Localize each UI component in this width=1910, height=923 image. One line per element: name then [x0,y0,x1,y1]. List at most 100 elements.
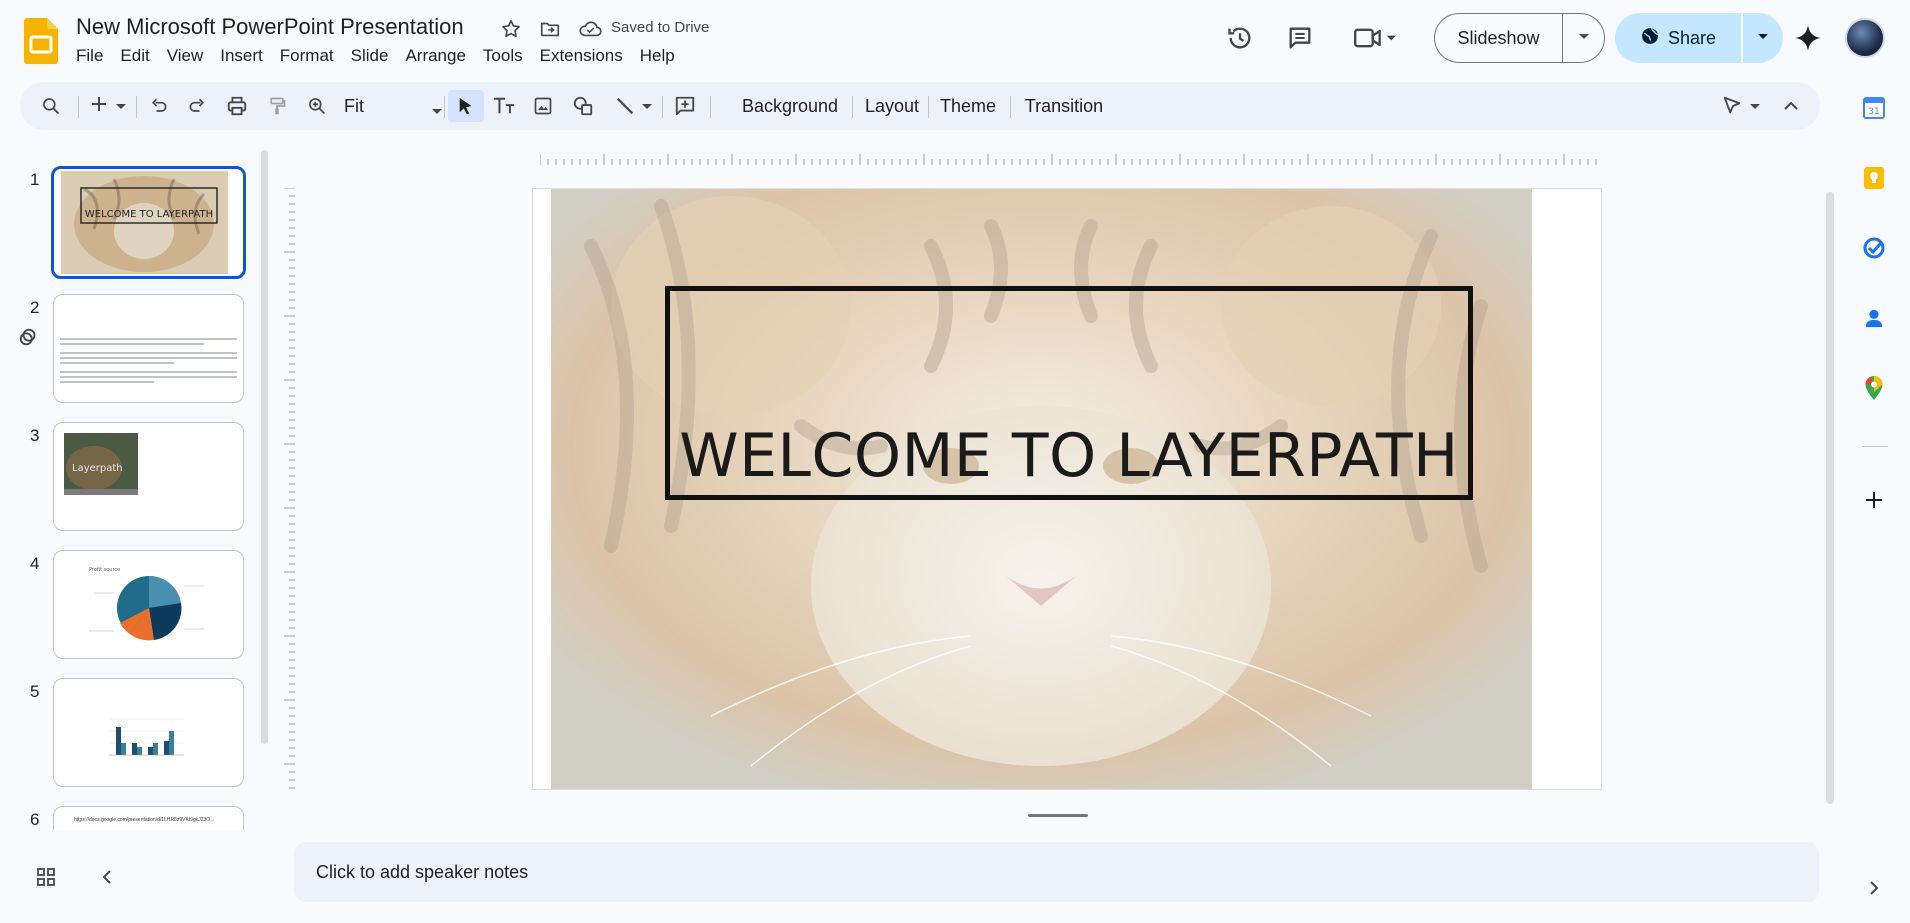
linked-slide-icon[interactable] [18,326,40,348]
pen-pointer-icon[interactable] [1716,90,1766,122]
meet-video-icon[interactable] [1350,20,1400,56]
line-tool-icon[interactable] [608,90,658,122]
slide-thumbnail-3[interactable]: Layerpath [53,422,244,531]
slide-thumbnail-1[interactable]: WELCOME TO LAYERPATH [51,166,246,279]
slide-number: 5 [30,682,40,701]
svg-text:31: 31 [1868,107,1879,117]
collapse-toolbar-icon[interactable] [1776,90,1806,122]
slide-number: 3 [30,426,40,445]
comments-icon[interactable] [1282,20,1318,56]
tasks-icon[interactable] [1858,232,1890,264]
maps-icon[interactable] [1858,372,1890,404]
slide-thumbnail-6[interactable]: https://docs.google.com/presentation/d/1… [53,806,244,830]
menu-extensions[interactable]: Extensions [540,46,632,66]
menu-slide[interactable]: Slide [351,46,398,66]
document-title[interactable]: New Microsoft PowerPoint Presentation [76,14,464,40]
cloud-saved-icon[interactable] [577,16,603,42]
slide-number: 4 [30,554,40,573]
text-box-icon[interactable] [488,90,520,122]
grid-view-icon[interactable] [33,864,59,890]
expand-side-panel-icon[interactable] [1858,872,1890,904]
slide-thumbnail-2[interactable] [53,294,244,403]
new-slide-button[interactable] [84,90,132,122]
add-comment-icon[interactable] [670,90,700,122]
menu-view[interactable]: View [167,46,213,66]
insert-image-icon[interactable] [528,90,558,122]
speaker-notes-placeholder: Click to add speaker notes [316,861,529,882]
gemini-sparkle-icon[interactable] [1790,20,1826,56]
star-icon[interactable] [498,16,524,42]
thumbnail-pie-chart: Profit source [89,567,204,641]
chevron-down-icon [1750,97,1760,115]
transition-button[interactable]: Transition [1018,90,1110,122]
zoom-value: Fit [344,95,364,116]
horizontal-ruler[interactable] [540,152,1602,166]
thumbnail-title: Layerpath [72,463,123,474]
menu-bar: File Edit View Insert Format Slide Arran… [76,46,692,66]
print-icon[interactable] [222,90,252,122]
slide-thumbnail-4[interactable]: Profit source [53,550,244,659]
share-dropdown[interactable] [1743,13,1783,63]
filmstrip-scrollbar[interactable] [261,150,268,744]
canvas-scrollbar[interactable] [1826,192,1834,804]
select-tool-icon[interactable] [448,90,484,122]
current-slide[interactable]: WELCOME TO LAYERPATH [532,188,1602,790]
vertical-ruler[interactable] [282,188,296,790]
menu-help[interactable]: Help [640,46,684,66]
chevron-down-icon [116,97,126,115]
menu-arrange[interactable]: Arrange [405,46,474,66]
speaker-notes[interactable]: Click to add speaker notes [294,842,1819,902]
toolbar: Fit Background Layout Theme Transition [20,82,1820,130]
layout-button[interactable]: Layout [856,90,928,122]
thumbnail-bar-chart [109,718,184,756]
slides-logo[interactable] [24,18,58,64]
slide-filmstrip: 1 WELCOME TO LAYERPATH 2 3 Layerpath 4 P… [0,150,260,830]
shape-icon[interactable] [568,90,598,122]
slide-thumbnail-5[interactable] [53,678,244,787]
menu-format[interactable]: Format [280,46,343,66]
thumbnail-link-text: https://docs.google.com/presentation/d/1… [74,817,215,823]
background-button[interactable]: Background [720,90,860,122]
notes-resize-handle[interactable] [1028,814,1088,817]
move-folder-icon[interactable] [537,16,563,42]
chevron-down-icon [642,97,652,115]
get-addons-plus-icon[interactable] [1858,484,1890,516]
slideshow-dropdown[interactable] [1562,13,1605,63]
slide-title[interactable]: WELCOME TO LAYERPATH [679,421,1458,491]
thumbnail-title: Profit source [89,567,120,573]
chevron-down-icon [432,102,442,120]
redo-icon[interactable] [182,90,212,122]
paint-format-icon[interactable] [262,90,292,122]
undo-icon[interactable] [144,90,174,122]
slide-number: 2 [30,298,40,317]
menu-insert[interactable]: Insert [220,46,272,66]
keep-icon[interactable] [1858,162,1890,194]
slide-number: 6 [30,810,40,829]
plus-icon [90,95,108,118]
collapse-filmstrip-icon[interactable] [94,864,120,890]
menu-edit[interactable]: Edit [120,46,158,66]
calendar-icon[interactable]: 31 [1858,92,1890,124]
chevron-down-icon [1756,29,1770,47]
slideshow-button[interactable]: Slideshow [1434,13,1562,63]
zoom-select[interactable]: Fit [336,90,448,122]
contacts-icon[interactable] [1858,302,1890,334]
sidebar-divider [1862,446,1888,447]
title-text-box[interactable]: WELCOME TO LAYERPATH [665,286,1473,500]
thumbnail-text-lines [60,338,237,383]
user-avatar[interactable] [1845,18,1885,58]
thumbnail-title: WELCOME TO LAYERPATH [85,209,213,220]
share-button[interactable]: Share [1615,13,1741,63]
save-status: Saved to Drive [611,19,710,36]
share-label: Share [1667,27,1717,48]
zoom-icon[interactable] [302,90,332,122]
menu-file[interactable]: File [76,46,112,66]
theme-button[interactable]: Theme [932,90,1004,122]
menu-tools[interactable]: Tools [483,46,532,66]
version-history-icon[interactable] [1222,20,1258,56]
thumbnail-layerpath-image: Layerpath [64,433,138,495]
chevron-down-icon [1577,29,1591,47]
search-menus-icon[interactable] [36,90,66,122]
slide-number: 1 [30,170,40,189]
thumbnail-tiger-image: WELCOME TO LAYERPATH [54,169,243,276]
